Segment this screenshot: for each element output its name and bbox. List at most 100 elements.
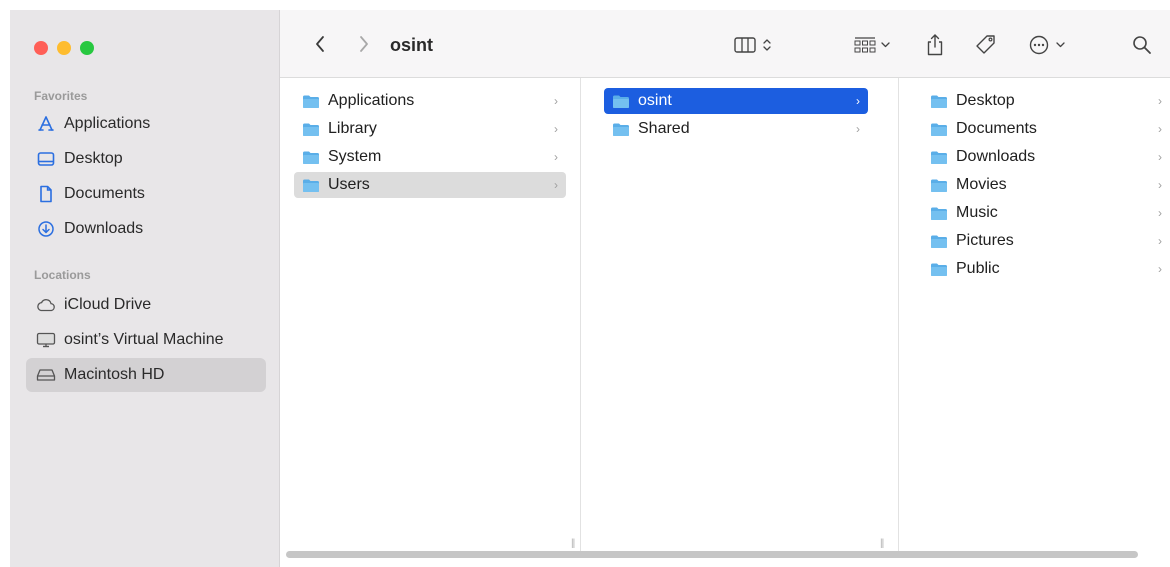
chevron-right-icon: › — [1158, 122, 1162, 136]
folder-icon — [931, 263, 947, 276]
display-icon — [36, 331, 56, 349]
sidebar-item-label: iCloud Drive — [64, 296, 152, 313]
chevron-right-icon: › — [1158, 262, 1162, 276]
chevron-left-icon — [316, 36, 324, 52]
list-item-label: Shared — [638, 120, 690, 137]
chevron-right-icon: › — [1158, 94, 1162, 108]
folder-icon — [303, 95, 319, 108]
drive-icon — [36, 366, 56, 384]
sidebar: Favorites Applications Desktop Documents… — [10, 10, 280, 567]
folder-icon — [303, 123, 319, 136]
desktop-icon — [36, 150, 56, 168]
list-item-downloads[interactable]: Downloads › — [922, 144, 1170, 170]
list-item-users[interactable]: Users › — [294, 172, 566, 198]
sidebar-item-label: Macintosh HD — [64, 366, 165, 383]
folder-icon — [303, 151, 319, 164]
back-button[interactable] — [308, 32, 332, 56]
chevron-right-icon: › — [554, 122, 558, 136]
view-mode-button[interactable] — [726, 32, 786, 58]
close-window-button[interactable] — [34, 41, 48, 55]
column-osint: Desktop › Documents › Downloads › Movies… — [899, 78, 1170, 548]
tag-icon — [976, 35, 995, 54]
list-item-library[interactable]: Library › — [294, 116, 566, 142]
locations-heading: Locations — [34, 268, 91, 282]
chevron-right-icon: › — [1158, 150, 1162, 164]
document-icon — [36, 185, 56, 203]
window-controls — [34, 41, 94, 55]
favorites-heading: Favorites — [34, 89, 88, 103]
folder-icon — [613, 123, 629, 136]
folder-icon — [613, 95, 629, 108]
sidebar-item-icloud-drive[interactable]: iCloud Drive — [26, 288, 266, 322]
list-item-system[interactable]: System › — [294, 144, 566, 170]
sidebar-item-label: Desktop — [64, 150, 123, 167]
horizontal-scrollbar[interactable] — [286, 551, 1138, 558]
folder-icon — [931, 179, 947, 192]
applications-icon — [36, 115, 56, 133]
list-item-label: Users — [328, 176, 370, 193]
chevron-right-icon — [360, 36, 368, 52]
list-item-applications[interactable]: Applications › — [294, 88, 566, 114]
list-item-shared[interactable]: Shared › — [604, 116, 868, 142]
folder-icon — [931, 123, 947, 136]
list-item-pictures[interactable]: Pictures › — [922, 228, 1170, 254]
list-item-label: Pictures — [956, 232, 1014, 249]
more-actions-button[interactable] — [1024, 31, 1074, 59]
list-item-desktop[interactable]: Desktop › — [922, 88, 1170, 114]
list-item-label: Documents — [956, 120, 1037, 137]
list-item-label: Public — [956, 260, 1000, 277]
list-item-label: Downloads — [956, 148, 1036, 165]
chevron-right-icon: › — [554, 150, 558, 164]
chevron-right-icon: › — [856, 122, 860, 136]
folder-icon — [931, 207, 947, 220]
chevron-right-icon: › — [856, 94, 860, 108]
columns-view-icon — [734, 37, 771, 53]
chevron-right-icon: › — [554, 94, 558, 108]
sidebar-item-label: Applications — [64, 115, 151, 132]
search-icon — [1133, 36, 1151, 54]
share-icon — [927, 34, 943, 56]
sidebar-item-macintosh-hd[interactable]: Macintosh HD — [26, 358, 266, 392]
sidebar-item-virtual-machine[interactable]: osint’s Virtual Machine — [26, 323, 266, 357]
column-root: Applications › Library › System › Users … — [280, 78, 580, 549]
toolbar: osint — [280, 10, 1170, 78]
ellipsis-circle-icon — [1029, 35, 1065, 55]
chevron-right-icon: › — [554, 178, 558, 192]
list-item-public[interactable]: Public › — [922, 256, 1170, 282]
folder-icon — [931, 151, 947, 164]
forward-button[interactable] — [352, 32, 376, 56]
sidebar-item-downloads[interactable]: Downloads — [26, 212, 266, 246]
column-resize-handle[interactable]: || — [880, 538, 884, 549]
list-item-label: Desktop — [956, 92, 1015, 109]
list-item-label: Music — [956, 204, 998, 221]
list-item-documents[interactable]: Documents › — [922, 116, 1170, 142]
group-button[interactable] — [848, 32, 898, 58]
tag-button[interactable] — [970, 30, 1002, 60]
list-item-movies[interactable]: Movies › — [922, 172, 1170, 198]
search-button[interactable] — [1128, 32, 1156, 58]
list-item-label: Movies — [956, 176, 1007, 193]
list-item-label: System — [328, 148, 382, 165]
sidebar-item-desktop[interactable]: Desktop — [26, 142, 266, 176]
folder-icon — [931, 95, 947, 108]
zoom-window-button[interactable] — [80, 41, 94, 55]
sidebar-item-label: Downloads — [64, 220, 144, 237]
folder-icon — [931, 235, 947, 248]
share-button[interactable] — [920, 30, 950, 60]
list-item-label: Applications — [328, 92, 415, 109]
list-item-label: osint — [638, 92, 672, 109]
cloud-icon — [36, 296, 56, 314]
sidebar-item-documents[interactable]: Documents — [26, 177, 266, 211]
sidebar-item-applications[interactable]: Applications — [26, 107, 266, 141]
sidebar-item-label: osint’s Virtual Machine — [64, 331, 224, 348]
finder-window: Favorites Applications Desktop Documents… — [10, 10, 1170, 567]
list-item-music[interactable]: Music › — [922, 200, 1170, 226]
column-resize-handle[interactable]: || — [571, 538, 575, 549]
minimize-window-button[interactable] — [57, 41, 71, 55]
list-item-osint[interactable]: osint › — [604, 88, 868, 114]
column-users: osint › Shared › || — [581, 78, 888, 549]
chevron-right-icon: › — [1158, 178, 1162, 192]
group-grid-icon — [854, 37, 890, 53]
chevron-right-icon: › — [1158, 206, 1162, 220]
folder-icon — [303, 179, 319, 192]
